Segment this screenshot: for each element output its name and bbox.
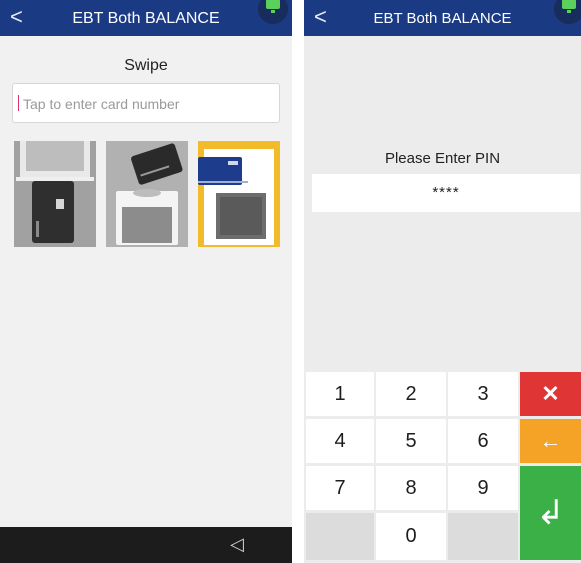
card-insert-icon [14, 141, 96, 247]
card-swipe-icon [198, 141, 280, 247]
key-blank-left [306, 513, 374, 560]
key-8[interactable]: 8 [376, 466, 446, 510]
cancel-button[interactable]: ✕ [520, 372, 581, 416]
key-0[interactable]: 0 [376, 513, 446, 560]
android-nav-bar: ◁ [0, 527, 292, 563]
key-3[interactable]: 3 [448, 372, 518, 416]
enter-button[interactable]: ↲ [520, 466, 581, 560]
nav-back-icon[interactable]: ◁ [230, 534, 244, 555]
key-7[interactable]: 7 [306, 466, 374, 510]
pin-entry-screen: < EBT Both BALANCE Please Enter PIN ****… [304, 0, 581, 563]
card-number-field[interactable] [12, 83, 280, 124]
backspace-button[interactable]: ← [520, 419, 581, 463]
page-title: EBT Both BALANCE [72, 10, 220, 27]
pin-masked-value: **** [432, 184, 460, 201]
card-number-input[interactable] [21, 84, 275, 124]
pin-field[interactable]: **** [312, 174, 580, 212]
card-entry-screen: < EBT Both BALANCE Swipe Tap to enter ca… [0, 0, 292, 563]
key-9[interactable]: 9 [448, 466, 518, 510]
text-caret [18, 95, 19, 111]
key-4[interactable]: 4 [306, 419, 374, 463]
key-2[interactable]: 2 [376, 372, 446, 416]
key-6[interactable]: 6 [448, 419, 518, 463]
header-bar: < EBT Both BALANCE [0, 0, 292, 36]
swipe-prompt: Swipe [124, 57, 168, 74]
pin-prompt: Please Enter PIN [384, 150, 501, 167]
key-1[interactable]: 1 [306, 372, 374, 416]
header-bar: < EBT Both BALANCE [304, 0, 581, 36]
contactless-tap-icon [106, 141, 188, 247]
key-5[interactable]: 5 [376, 419, 446, 463]
key-blank-right [448, 513, 518, 560]
page-title: EBT Both BALANCE [373, 10, 512, 27]
